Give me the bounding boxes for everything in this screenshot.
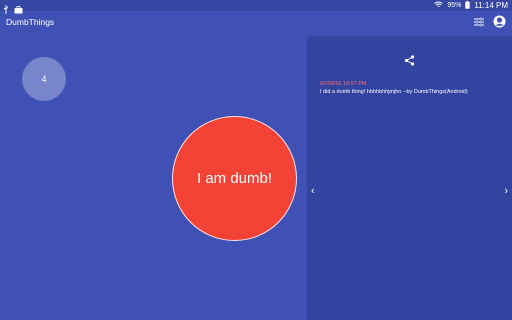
counter-badge: 4 [22,57,66,101]
status-indicators: 95% 11:14 PM [434,0,508,11]
counter-value: 4 [41,74,47,84]
post-timestamp: 02/08/16 10:57 PM [320,81,367,87]
i-am-dumb-button[interactable]: I am dumb! [172,116,297,241]
post-text: I did a dumb thing! hbhhbhhjmjhn --by Du… [320,89,468,95]
share-icon[interactable] [404,53,415,71]
app-title: DumbThings [6,17,55,27]
posts-panel: 02/08/16 10:57 PM I did a dumb thing! hb… [307,36,512,320]
app-bar: DumbThings [0,11,512,35]
dumb-button-label: I am dumb! [196,170,273,187]
clock: 11:14 PM [474,1,508,10]
sliders-icon[interactable] [473,15,485,33]
avatar-icon[interactable] [493,15,506,33]
wifi-icon [434,1,444,10]
app-actions [473,15,506,33]
status-bar: 95% 11:14 PM [0,0,512,14]
post-item: 02/08/16 10:57 PM I did a dumb thing! hb… [320,81,502,95]
chevron-right-icon[interactable]: › [504,185,508,197]
chevron-left-icon[interactable]: ‹ [311,185,315,197]
battery-icon [465,0,471,11]
battery-percent: 95% [447,2,462,9]
